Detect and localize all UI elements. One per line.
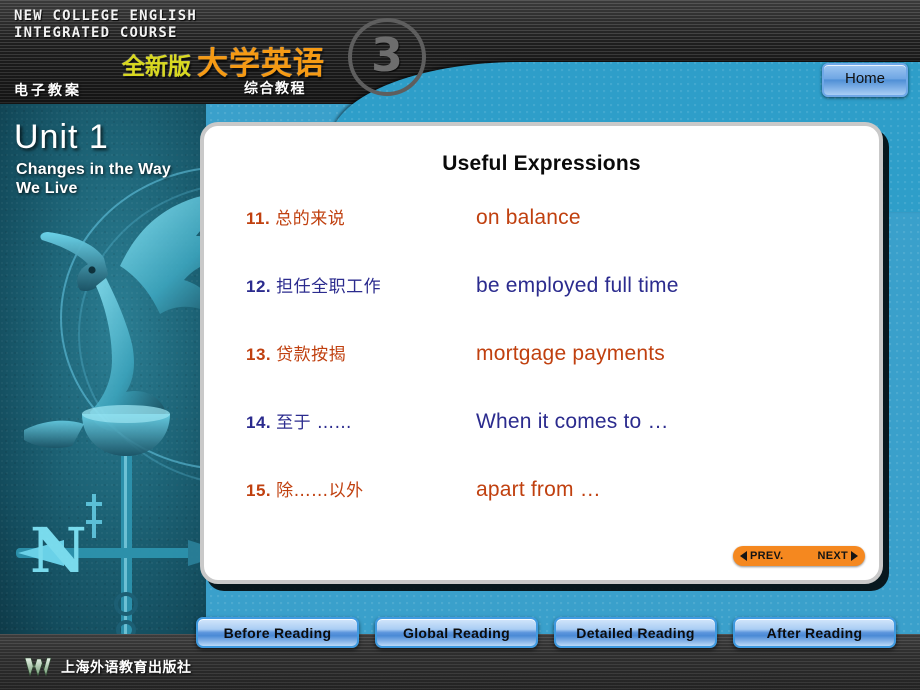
list-item: 15. 除……以外 apart from … bbox=[246, 476, 855, 544]
pager-control: PREV. NEXT bbox=[733, 546, 865, 566]
nav-button-global-reading[interactable]: Global Reading bbox=[375, 617, 538, 648]
expression-english: on balance bbox=[476, 206, 581, 229]
publisher-logo-icon bbox=[24, 657, 52, 678]
expression-number: 11. bbox=[246, 209, 271, 228]
vane-tail bbox=[24, 420, 84, 448]
next-button[interactable]: NEXT bbox=[817, 550, 858, 562]
unit-subtitle: Changes in the Way We Live bbox=[16, 161, 172, 197]
expression-english: When it comes to … bbox=[476, 410, 669, 433]
expression-chinese: 11. 总的来说 bbox=[246, 204, 476, 229]
next-button-label: NEXT bbox=[817, 550, 848, 562]
prev-button-label: PREV. bbox=[750, 550, 784, 562]
brand-edition-label: 全新版 bbox=[122, 54, 191, 80]
publisher-name: 上海外语教育出版社 bbox=[61, 660, 192, 676]
expression-chinese-text: 总的来说 bbox=[275, 209, 346, 229]
triangle-left-icon bbox=[740, 551, 747, 561]
home-button[interactable]: Home bbox=[822, 63, 908, 97]
expression-chinese-text: 担任全职工作 bbox=[276, 277, 382, 297]
expression-list: 11. 总的来说 on balance 12. 担任全职工作 be employed… bbox=[246, 204, 855, 544]
vane-wing bbox=[120, 195, 206, 314]
triangle-right-icon bbox=[851, 551, 858, 561]
expression-chinese: 13. 贷款按揭 bbox=[246, 340, 476, 365]
expression-number: 13. bbox=[246, 345, 272, 364]
vane-eye bbox=[88, 266, 96, 274]
section-navigation: Before Reading Global Reading Detailed R… bbox=[196, 617, 896, 648]
course-title-en: NEW COLLEGE ENGLISH INTEGRATED COURSE bbox=[14, 8, 197, 41]
expression-chinese-text: 至于 …… bbox=[276, 413, 353, 433]
vane-direction-letter: N bbox=[30, 514, 87, 587]
expression-number: 15. bbox=[246, 481, 272, 500]
unit-sidebar: N Unit 1 Changes in the Way We Live bbox=[0, 104, 206, 634]
list-item: 14. 至于 …… When it comes to … bbox=[246, 408, 855, 476]
expression-english: mortgage payments bbox=[476, 342, 665, 365]
vane-ornament bbox=[86, 494, 102, 538]
expression-chinese: 14. 至于 …… bbox=[246, 408, 476, 433]
publisher-credit: 上海外语教育出版社 bbox=[24, 656, 192, 678]
expression-chinese-text: 除……以外 bbox=[276, 481, 364, 501]
vane-mast-highlight bbox=[124, 456, 127, 634]
brand-main-label: 大学英语 bbox=[197, 46, 325, 82]
brand-title: 全新版 大学英语 bbox=[122, 38, 325, 83]
list-item: 11. 总的来说 on balance bbox=[246, 204, 855, 272]
expression-chinese: 12. 担任全职工作 bbox=[246, 272, 476, 297]
expression-number: 14. bbox=[246, 413, 272, 432]
list-item: 12. 担任全职工作 be employed full time bbox=[246, 272, 855, 340]
expression-chinese: 15. 除……以外 bbox=[246, 476, 476, 501]
nav-button-after-reading[interactable]: After Reading bbox=[733, 617, 896, 648]
volume-badge: 3 bbox=[348, 18, 426, 96]
weather-vane-illustration: N bbox=[16, 195, 206, 634]
nav-button-before-reading[interactable]: Before Reading bbox=[196, 617, 359, 648]
course-subtitle-cn: 电子教案 bbox=[14, 83, 82, 99]
expression-chinese-text: 贷款按揭 bbox=[276, 345, 347, 365]
expression-english: apart from … bbox=[476, 478, 601, 501]
vane-head bbox=[40, 232, 108, 292]
unit-number: Unit 1 bbox=[14, 118, 109, 156]
nav-button-detailed-reading[interactable]: Detailed Reading bbox=[554, 617, 717, 648]
content-card: Useful Expressions 11. 总的来说 on balance 12… bbox=[200, 122, 883, 584]
vane-bell-rim bbox=[82, 405, 170, 423]
expression-english: be employed full time bbox=[476, 274, 679, 297]
expression-number: 12. bbox=[246, 277, 272, 296]
page-title: Useful Expressions bbox=[442, 152, 641, 175]
slide-root: N Unit 1 Changes in the Way We Live NEW … bbox=[0, 0, 920, 690]
list-item: 13. 贷款按揭 mortgage payments bbox=[246, 340, 855, 408]
brand-series-label: 综合教程 bbox=[244, 81, 306, 97]
prev-button[interactable]: PREV. bbox=[740, 550, 784, 562]
